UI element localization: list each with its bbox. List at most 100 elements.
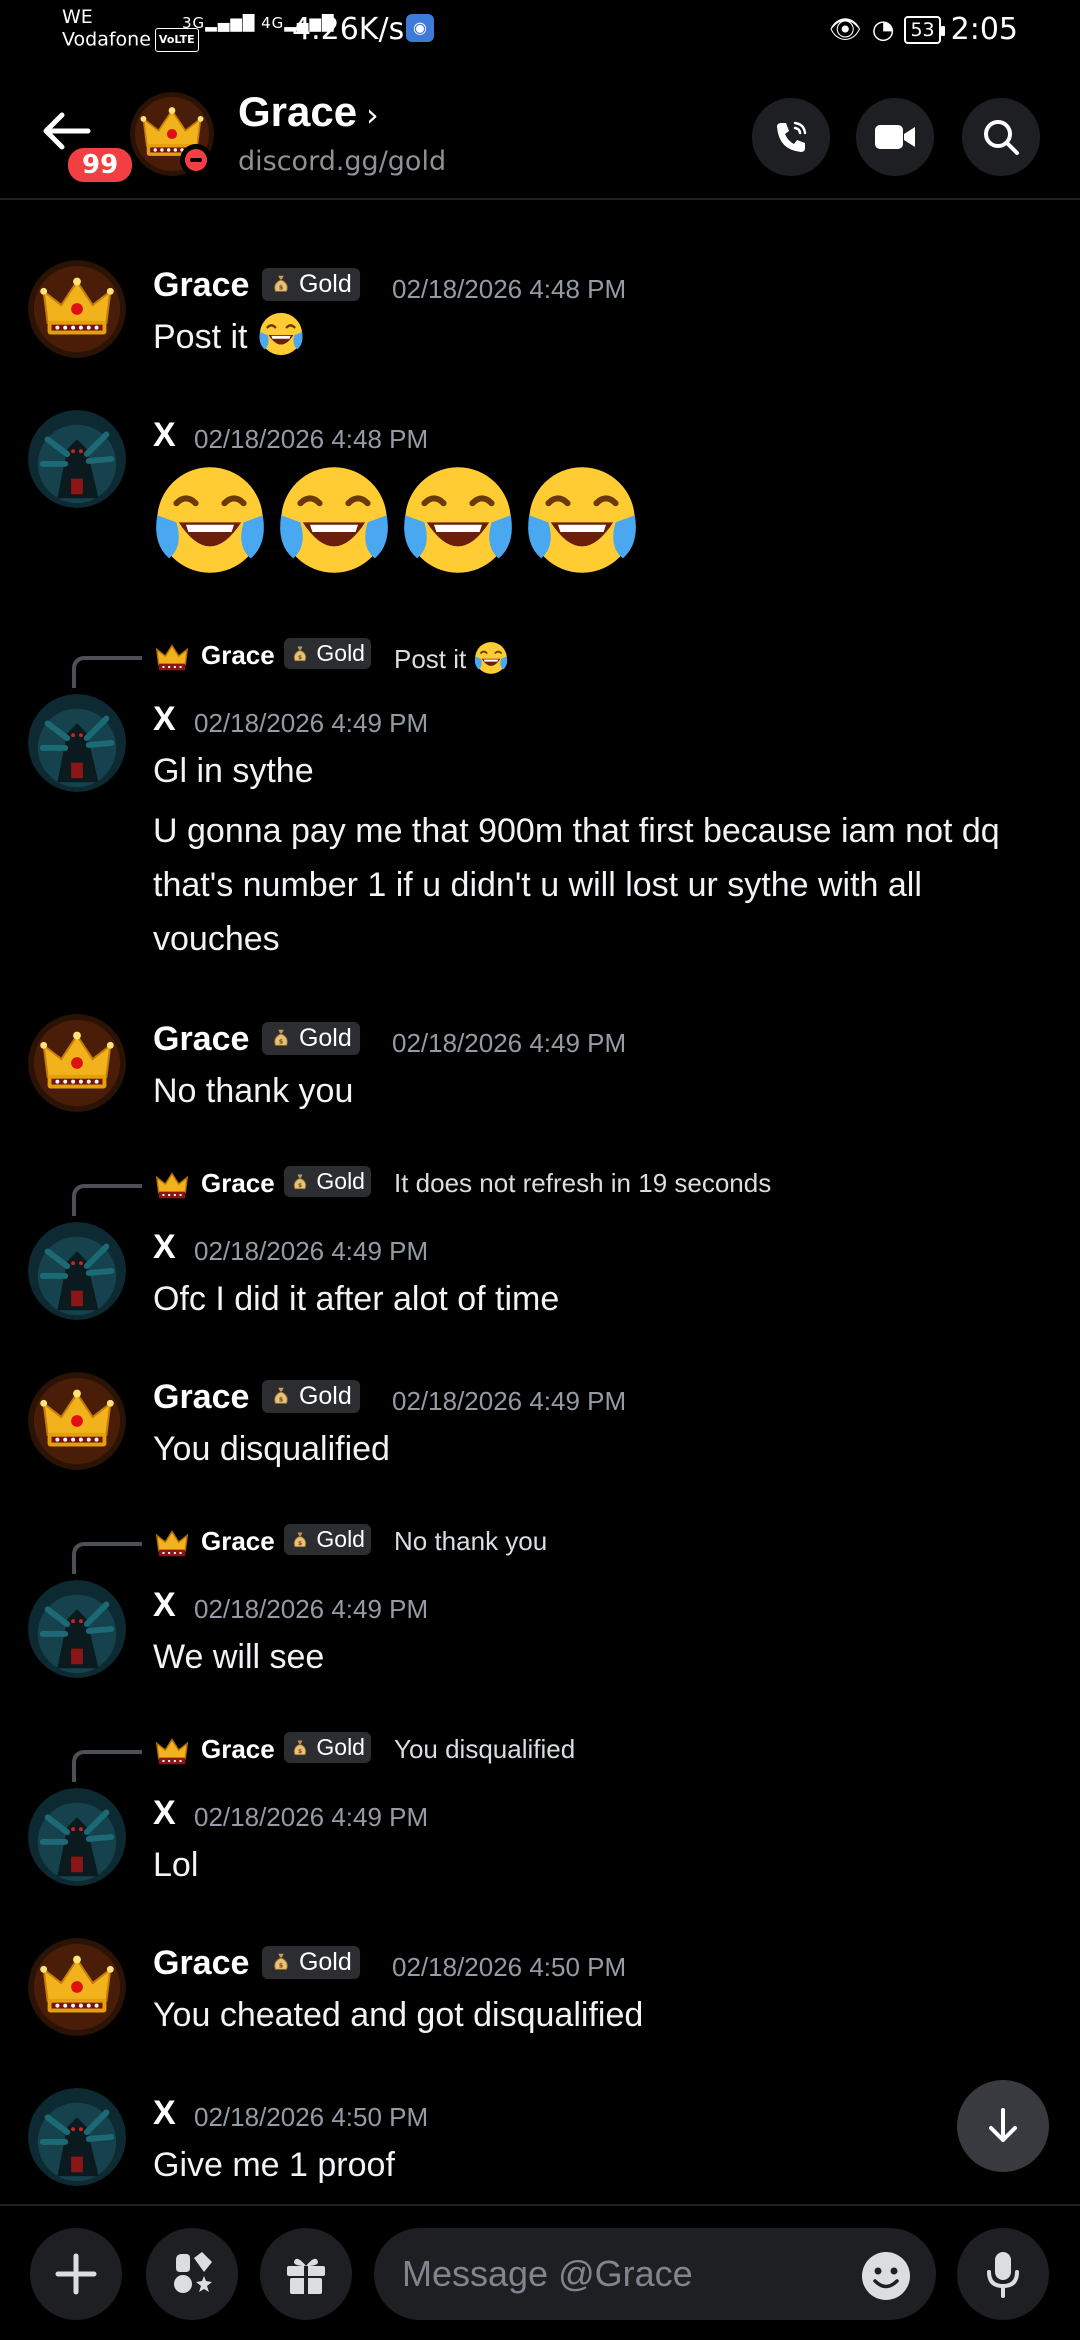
reply-text: You disqualified (394, 1734, 576, 1764)
message-author[interactable]: Grace (153, 266, 249, 305)
message-author[interactable]: X (153, 700, 176, 739)
unread-badge: 99 (64, 144, 137, 186)
avatar[interactable] (28, 1788, 126, 1886)
message-timestamp: 02/18/2026 4:49 PM (194, 1594, 429, 1624)
role-tag: Gold (284, 638, 371, 669)
arrow-down-icon (989, 2108, 1017, 2142)
message-timestamp: 02/18/2026 4:50 PM (194, 2102, 429, 2132)
message-author[interactable]: Grace (153, 1378, 249, 1417)
role-label: Gold (316, 640, 365, 666)
reply-connector (72, 1184, 142, 1216)
role-label: Gold (298, 1948, 352, 1976)
reply-preview[interactable]: Grace Gold Post it (0, 636, 1080, 688)
message-text: You disqualified (153, 1430, 390, 1468)
message-text: Give me 1 proof (153, 2146, 395, 2184)
role-label: Gold (316, 1734, 365, 1760)
network-speed: 4.26K/s (292, 12, 405, 47)
message-author[interactable]: X (153, 1794, 176, 1833)
message-author[interactable]: X (153, 416, 176, 455)
role-label: Gold (298, 270, 352, 298)
avatar[interactable] (28, 1580, 126, 1678)
avatar[interactable] (28, 1372, 126, 1470)
message-timestamp: 02/18/2026 4:49 PM (194, 708, 429, 738)
moneybag-icon (270, 1385, 292, 1407)
dnd-status-icon (180, 144, 212, 176)
dm-header: 99 Grace › discord.gg/gold (0, 60, 1080, 200)
dm-subtitle: discord.gg/gold (238, 146, 447, 177)
emoji-row (150, 460, 642, 580)
message-input[interactable] (374, 2228, 936, 2320)
signal-4g-label: 4G (261, 14, 285, 32)
message-text: Lol (153, 1846, 199, 1884)
apps-icon (174, 2252, 212, 2293)
apps-button[interactable] (146, 2228, 238, 2320)
jump-to-present-button[interactable] (957, 2080, 1049, 2172)
gift-icon (287, 2258, 325, 2294)
attach-button[interactable] (30, 2228, 122, 2320)
joy-emoji-icon (150, 460, 270, 580)
role-tag: Gold (284, 1524, 371, 1555)
message-text: Post it (153, 318, 248, 356)
joy-emoji-icon (274, 460, 394, 580)
message-timestamp: 02/18/2026 4:49 PM (392, 1386, 627, 1416)
gift-button[interactable] (260, 2228, 352, 2320)
message-content: Post it (153, 310, 1053, 364)
moneybag-icon (290, 1530, 310, 1550)
crown-icon (153, 1732, 191, 1770)
smiley-icon (862, 2252, 910, 2300)
battery-icon: 53 (904, 15, 945, 44)
moneybag-icon (270, 1027, 292, 1049)
joy-emoji-icon (473, 640, 509, 676)
video-call-button[interactable] (856, 98, 934, 176)
role-tag: Gold (284, 1166, 371, 1197)
message-timestamp: 02/18/2026 4:49 PM (194, 1236, 429, 1266)
reply-author: Grace (201, 1526, 275, 1556)
dm-title[interactable]: Grace (238, 88, 357, 136)
moneybag-icon (290, 1738, 310, 1758)
reply-connector (72, 1750, 142, 1782)
voice-message-button[interactable] (957, 2228, 1049, 2320)
avatar[interactable] (28, 694, 126, 792)
reply-text: It does not refresh in 19 seconds (394, 1168, 772, 1198)
reply-text-content: Post it (394, 644, 467, 674)
avatar[interactable] (28, 1938, 126, 2036)
message-author[interactable]: Grace (153, 1020, 249, 1059)
search-button[interactable] (962, 98, 1040, 176)
avatar[interactable] (28, 2088, 126, 2186)
role-label: Gold (298, 1024, 352, 1052)
message-text: We will see (153, 1638, 325, 1676)
message-author[interactable]: X (153, 1586, 176, 1625)
reply-text: No thank you (394, 1526, 548, 1556)
joy-emoji-icon (257, 310, 305, 358)
avatar[interactable] (28, 1014, 126, 1112)
voice-call-button[interactable] (752, 98, 830, 176)
avatar[interactable] (28, 410, 126, 508)
role-tag: Gold (284, 1732, 371, 1763)
message-timestamp: 02/18/2026 4:49 PM (194, 1802, 429, 1832)
message-text: Gl in sythe (153, 752, 314, 790)
reply-connector (72, 656, 142, 688)
moneybag-icon (270, 273, 292, 295)
message-author[interactable]: Grace (153, 1944, 249, 1983)
moneybag-icon (290, 644, 310, 664)
message-timestamp: 02/18/2026 4:48 PM (194, 424, 429, 454)
avatar[interactable] (28, 260, 126, 358)
emoji-picker-button[interactable] (860, 2250, 912, 2302)
message-text: You cheated and got disqualified (153, 1996, 644, 2034)
reply-preview[interactable]: Grace Gold No thank you (0, 1522, 1080, 1574)
reply-author: Grace (201, 1168, 275, 1198)
message-timestamp: 02/18/2026 4:49 PM (392, 1028, 627, 1058)
reply-author: Grace (201, 1734, 275, 1764)
carrier-label: WE Vodafone VoLTE (62, 6, 199, 52)
message-composer (0, 2204, 1080, 2340)
message-text: No thank you (153, 1072, 354, 1110)
avatar[interactable] (28, 1222, 126, 1320)
moneybag-icon (290, 1172, 310, 1192)
reply-preview[interactable]: Grace Gold You disqualified (0, 1730, 1080, 1782)
role-label: Gold (316, 1526, 365, 1552)
reply-preview[interactable]: Grace Gold It does not refresh in 19 sec… (0, 1164, 1080, 1216)
chevron-right-icon[interactable]: › (366, 96, 379, 134)
message-author[interactable]: X (153, 2094, 176, 2133)
message-author[interactable]: X (153, 1228, 176, 1267)
crown-icon (153, 638, 191, 676)
